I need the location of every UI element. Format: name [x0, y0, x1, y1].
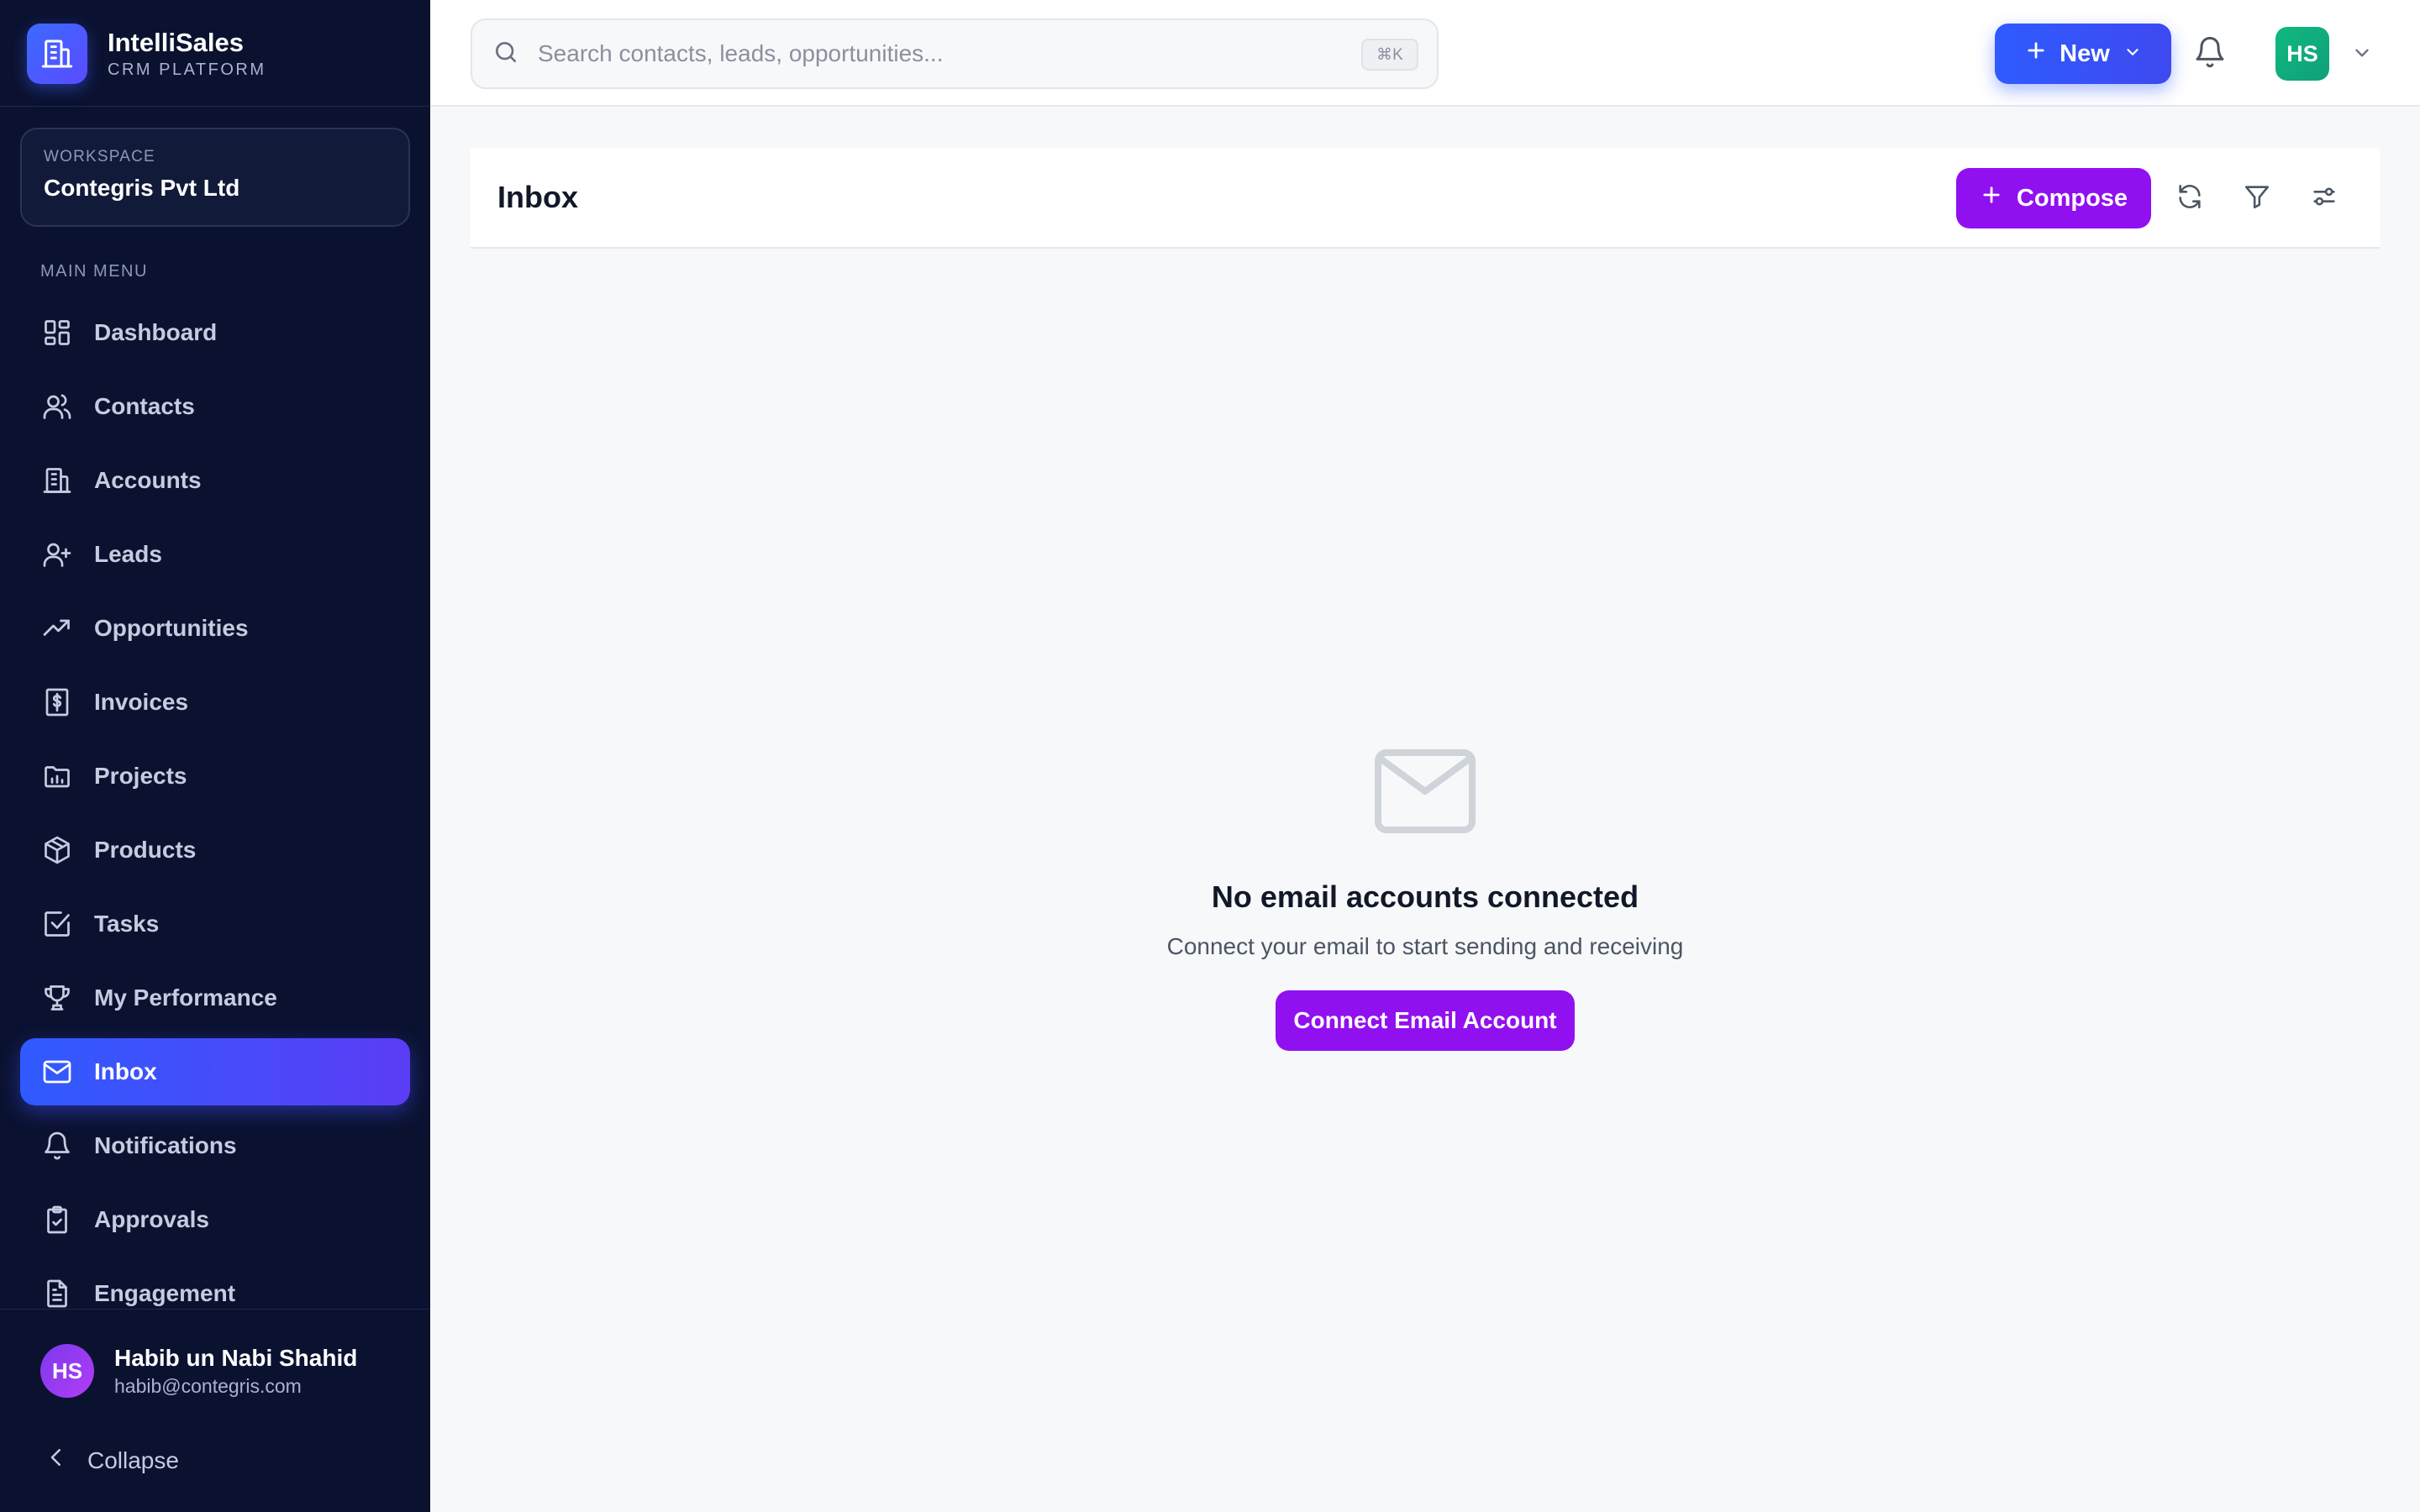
sidebar-item-dashboard[interactable]: Dashboard: [20, 299, 410, 366]
sidebar-item-label: My Performance: [94, 984, 277, 1011]
package-icon: [40, 833, 74, 867]
sidebar-item-projects[interactable]: Projects: [20, 743, 410, 810]
sliders-icon: [2310, 182, 2338, 215]
sidebar-item-notifications[interactable]: Notifications: [20, 1112, 410, 1179]
sidebar-item-label: Tasks: [94, 911, 160, 937]
check-square-icon: [40, 907, 74, 941]
trophy-icon: [40, 981, 74, 1015]
sidebar-item-label: Contacts: [94, 393, 195, 419]
brand[interactable]: IntelliSales CRM PLATFORM: [27, 24, 266, 84]
compose-button[interactable]: Compose: [1956, 168, 2151, 228]
chevron-left-icon: [44, 1445, 69, 1476]
sidebar-item-label: Dashboard: [94, 319, 218, 345]
sidebar-item-engagement[interactable]: Engagement: [20, 1260, 410, 1327]
sidebar-item-contacts[interactable]: Contacts: [20, 373, 410, 440]
sidebar-item-label: Inbox: [94, 1058, 157, 1084]
sidebar-item-invoices[interactable]: Invoices: [20, 669, 410, 736]
sidebar-divider: [0, 106, 430, 107]
search-icon: [492, 39, 519, 70]
search-input[interactable]: [538, 40, 1344, 67]
mail-icon: [40, 1055, 74, 1089]
plus-icon: [1980, 183, 2003, 213]
sidebar-item-products[interactable]: Products: [20, 816, 410, 884]
sidebar-item-label: Invoices: [94, 689, 189, 715]
refresh-icon: [2175, 182, 2204, 215]
refresh-button[interactable]: [2170, 178, 2210, 218]
search-shortcut-hint: ⌘K: [1361, 39, 1418, 71]
mail-icon: [840, 748, 2010, 839]
notifications-button[interactable]: [2190, 34, 2230, 74]
page-title: Inbox: [497, 180, 578, 214]
sidebar-item-label: Products: [94, 837, 197, 863]
workspace-switcher[interactable]: WORKSPACE Contegris Pvt Ltd: [20, 128, 410, 227]
empty-state-title: No email accounts connected: [1211, 879, 1639, 914]
users-icon: [40, 390, 74, 423]
sidebar-item-label: Opportunities: [94, 615, 249, 641]
receipt-dollar-icon: [40, 685, 74, 719]
sidebar-divider: [0, 1309, 430, 1310]
sidebar-item-label: Notifications: [94, 1132, 237, 1158]
sidebar-item-label: Engagement: [94, 1280, 236, 1306]
sidebar-item-opportunities[interactable]: Opportunities: [20, 595, 410, 662]
collapse-button[interactable]: Collapse: [44, 1445, 179, 1476]
new-button[interactable]: New: [1995, 24, 2171, 84]
chevron-down-icon[interactable]: [2351, 42, 2373, 68]
sidebar-item-label: Projects: [94, 763, 187, 789]
filter-button[interactable]: [2237, 178, 2277, 218]
filter-icon: [2243, 182, 2271, 215]
user-email: habib@contegris.com: [114, 1374, 302, 1397]
sidebar-item-accounts[interactable]: Accounts: [20, 447, 410, 514]
user-plus-icon: [40, 538, 74, 571]
trending-up-icon: [40, 612, 74, 645]
sidebar-item-leads[interactable]: Leads: [20, 521, 410, 588]
bell-icon: [40, 1129, 74, 1163]
connect-email-button[interactable]: Connect Email Account: [1276, 990, 1575, 1051]
app-root: IntelliSales CRM PLATFORM WORKSPACE Cont…: [0, 0, 2420, 1512]
new-button-label: New: [2060, 39, 2110, 67]
file-text-icon: [40, 1277, 74, 1310]
top-bar: ⌘K New HS: [430, 0, 2420, 107]
empty-state: No email accounts connected Connect your…: [840, 748, 2010, 1051]
empty-state-subtitle: Connect your email to start sending and …: [1166, 933, 1684, 959]
compose-button-label: Compose: [2016, 184, 2128, 212]
sidebar-item-label: Accounts: [94, 467, 202, 493]
chevron-down-icon: [2123, 40, 2142, 68]
brand-name: IntelliSales: [108, 28, 244, 57]
grid-icon: [40, 316, 74, 349]
sidebar-item-label: Leads: [94, 541, 162, 567]
sidebar-item-tasks[interactable]: Tasks: [20, 890, 410, 958]
view-settings-button[interactable]: [2304, 178, 2344, 218]
clipboard-check-icon: [40, 1203, 74, 1236]
avatar[interactable]: HS: [2275, 27, 2329, 81]
sidebar-item-inbox[interactable]: Inbox: [20, 1038, 410, 1105]
sidebar-item-my-performance[interactable]: My Performance: [20, 964, 410, 1032]
user-name: Habib un Nabi Shahid: [114, 1344, 358, 1371]
building-icon: [27, 24, 87, 84]
brand-subtitle: CRM PLATFORM: [108, 60, 266, 79]
workspace-name: Contegris Pvt Ltd: [44, 175, 240, 201]
sidebar-item-label: Approvals: [94, 1206, 209, 1232]
search-box[interactable]: ⌘K: [471, 18, 1439, 89]
collapse-label: Collapse: [87, 1446, 179, 1473]
workspace-label: WORKSPACE: [44, 148, 155, 165]
building-icon: [40, 464, 74, 497]
avatar: HS: [40, 1344, 94, 1398]
inbox-header: Inbox Compose: [471, 148, 2380, 249]
sidebar: IntelliSales CRM PLATFORM WORKSPACE Cont…: [0, 0, 430, 1512]
user-profile[interactable]: HS Habib un Nabi Shahid habib@contegris.…: [40, 1344, 357, 1398]
folder-chart-icon: [40, 759, 74, 793]
bell-icon: [2193, 35, 2227, 73]
plus-icon: [2024, 39, 2048, 69]
sidebar-item-approvals[interactable]: Approvals: [20, 1186, 410, 1253]
main-menu-label: MAIN MENU: [40, 262, 148, 281]
sidebar-nav: Dashboard Contacts Accounts Leads Opport…: [20, 299, 410, 1334]
